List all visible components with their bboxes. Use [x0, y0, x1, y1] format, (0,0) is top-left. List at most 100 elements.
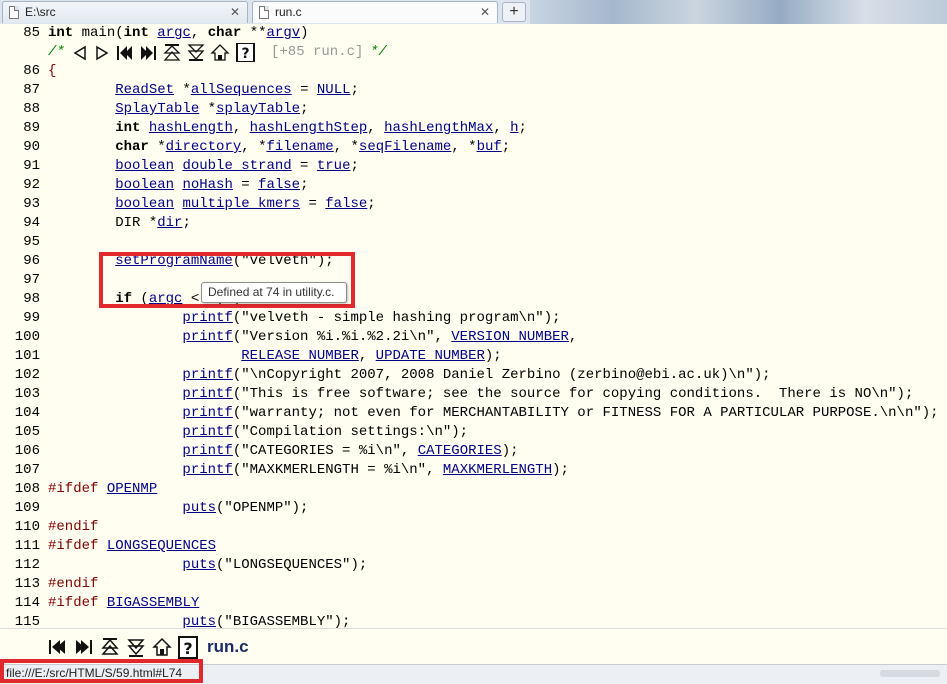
top-icon[interactable]	[163, 44, 181, 61]
home-icon[interactable]	[152, 637, 172, 656]
horizontal-scrollbar[interactable]	[880, 670, 940, 677]
line-number[interactable]: 93	[0, 195, 40, 214]
symbol-link[interactable]: puts	[182, 500, 216, 516]
help-icon[interactable]: ?	[236, 43, 255, 62]
line-number[interactable]: 91	[0, 157, 40, 176]
line-number[interactable]: 108	[0, 480, 40, 499]
symbol-link[interactable]: boolean	[115, 196, 174, 212]
symbol-link[interactable]: puts	[182, 614, 216, 628]
symbol-link[interactable]: BIGASSEMBLY	[107, 595, 199, 611]
symbol-link[interactable]: seqFilename	[359, 139, 451, 155]
symbol-link[interactable]: printf	[182, 367, 232, 383]
line-number[interactable]: 98	[0, 290, 40, 309]
symbol-link[interactable]: hashLengthMax	[384, 120, 493, 136]
symbol-link[interactable]: allSequences	[191, 82, 292, 98]
symbol-link[interactable]: argc	[157, 25, 191, 41]
line-number[interactable]: 87	[0, 81, 40, 100]
line-number[interactable]: 107	[0, 461, 40, 480]
line-number[interactable]: 86	[0, 62, 40, 81]
line-number[interactable]: 94	[0, 214, 40, 233]
symbol-link[interactable]: argv	[267, 25, 301, 41]
tab-run-c[interactable]: run.c ✕	[252, 1, 498, 23]
line-number[interactable]: 111	[0, 537, 40, 556]
code-text: {	[48, 63, 57, 79]
symbol-link[interactable]: printf	[182, 310, 232, 326]
symbol-link[interactable]: splayTable	[216, 101, 300, 117]
symbol-link[interactable]: SplayTable	[115, 101, 199, 117]
symbol-link[interactable]: UPDATE_NUMBER	[376, 348, 485, 364]
line-number[interactable]: 102	[0, 366, 40, 385]
last-icon[interactable]	[141, 46, 156, 60]
line-number[interactable]: 100	[0, 328, 40, 347]
code-line: 112 puts("LONGSEQUENCES");	[0, 556, 947, 575]
close-icon[interactable]: ✕	[230, 5, 240, 19]
symbol-link[interactable]: CATEGORIES	[418, 443, 502, 459]
line-number[interactable]: 89	[0, 119, 40, 138]
symbol-link[interactable]: printf	[182, 443, 232, 459]
line-number[interactable]: 110	[0, 518, 40, 537]
line-number[interactable]: 99	[0, 309, 40, 328]
home-icon[interactable]	[210, 44, 230, 61]
prev-icon[interactable]	[73, 45, 86, 61]
line-number[interactable]: 97	[0, 271, 40, 290]
symbol-link[interactable]: ReadSet	[115, 82, 174, 98]
symbol-link[interactable]: OPENMP	[107, 481, 157, 497]
line-number[interactable]: 90	[0, 138, 40, 157]
top-icon[interactable]	[101, 638, 119, 655]
code-line: 88 SplayTable *splayTable;	[0, 100, 947, 119]
symbol-link[interactable]: printf	[182, 424, 232, 440]
symbol-link[interactable]: noHash	[182, 177, 232, 193]
line-number[interactable]: 96	[0, 252, 40, 271]
symbol-link[interactable]: LONGSEQUENCES	[107, 538, 216, 554]
line-number[interactable]: 101	[0, 347, 40, 366]
bottom-icon[interactable]	[127, 639, 145, 657]
close-icon[interactable]: ✕	[480, 5, 490, 19]
symbol-link[interactable]: printf	[182, 405, 232, 421]
symbol-link[interactable]: filename	[266, 139, 333, 155]
last-icon[interactable]	[76, 640, 92, 654]
line-number[interactable]: 88	[0, 100, 40, 119]
code-text: #endif	[48, 576, 99, 592]
line-number[interactable]: 95	[0, 233, 40, 252]
symbol-link[interactable]: VERSION_NUMBER	[451, 329, 569, 345]
symbol-link[interactable]: printf	[182, 329, 232, 345]
symbol-link[interactable]: h	[510, 120, 518, 136]
line-number[interactable]: 103	[0, 385, 40, 404]
line-number[interactable]: 114	[0, 594, 40, 613]
symbol-link[interactable]: false	[325, 196, 367, 212]
line-number[interactable]: 112	[0, 556, 40, 575]
symbol-link[interactable]: buf	[477, 139, 502, 155]
symbol-link[interactable]: puts	[182, 557, 216, 573]
first-icon[interactable]	[49, 640, 65, 654]
symbol-link[interactable]: directory	[166, 139, 242, 155]
tab-src-folder[interactable]: E:\src ✕	[2, 1, 248, 23]
symbol-link[interactable]: printf	[182, 462, 232, 478]
symbol-link[interactable]: hashLengthStep	[250, 120, 368, 136]
symbol-link[interactable]: false	[258, 177, 300, 193]
symbol-link[interactable]: boolean	[115, 158, 174, 174]
line-number[interactable]: 109	[0, 499, 40, 518]
line-number[interactable]: 85	[0, 24, 40, 43]
symbol-link[interactable]: double_strand	[182, 158, 291, 174]
new-tab-button[interactable]: +	[502, 2, 526, 22]
line-number[interactable]: 92	[0, 176, 40, 195]
line-number[interactable]: 104	[0, 404, 40, 423]
symbol-link[interactable]: MAXKMERLENGTH	[443, 462, 552, 478]
symbol-link[interactable]: NULL	[317, 82, 351, 98]
line-number[interactable]: 106	[0, 442, 40, 461]
first-icon[interactable]	[117, 46, 132, 60]
symbol-link[interactable]: boolean	[115, 177, 174, 193]
symbol-link[interactable]: dir	[157, 215, 182, 231]
line-number[interactable]: 113	[0, 575, 40, 594]
symbol-link[interactable]: hashLength	[149, 120, 233, 136]
line-number[interactable]: 115	[0, 613, 40, 628]
symbol-link[interactable]: RELEASE_NUMBER	[241, 348, 359, 364]
symbol-link[interactable]: multiple_kmers	[182, 196, 300, 212]
next-icon[interactable]	[96, 45, 109, 61]
help-icon[interactable]: ?	[178, 636, 198, 659]
line-number[interactable]: 105	[0, 423, 40, 442]
symbol-link[interactable]: true	[317, 158, 351, 174]
bottom-icon[interactable]	[187, 44, 205, 61]
symbol-link[interactable]: printf	[182, 386, 232, 402]
code-text: boolean double_strand = true;	[115, 158, 359, 174]
